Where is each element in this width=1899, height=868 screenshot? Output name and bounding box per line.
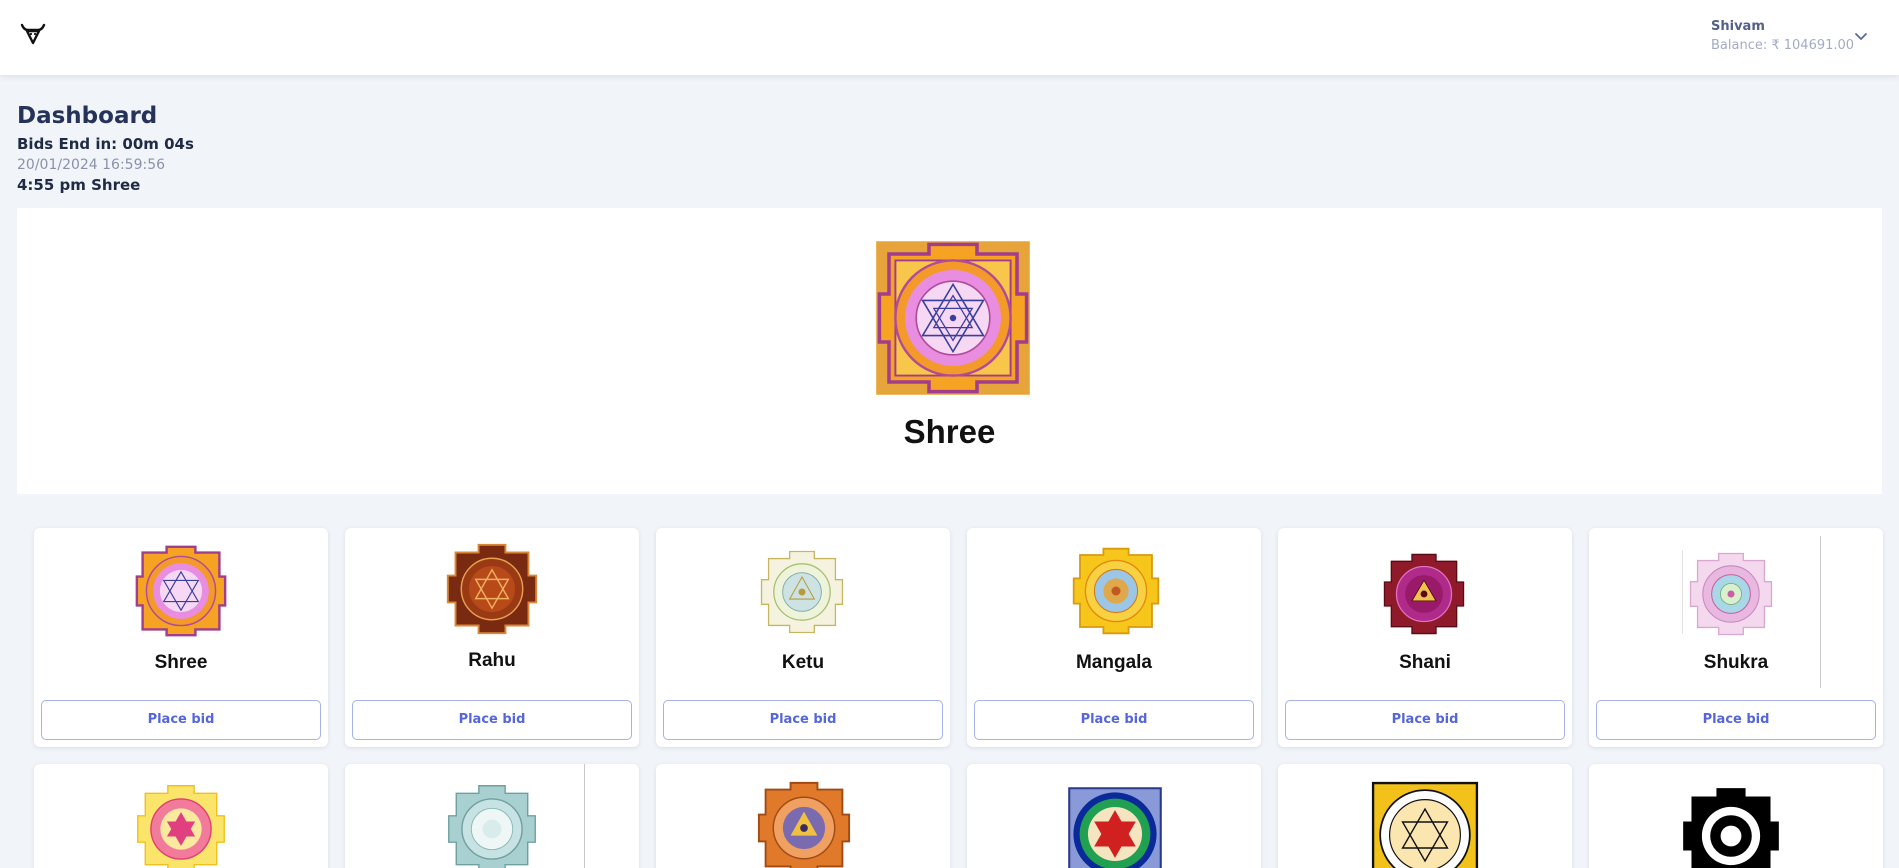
yantra-card-ketu: Ketu Place bid [656, 528, 950, 747]
current-yantra-name: Shree [903, 413, 996, 450]
yantra-card [656, 764, 950, 868]
yantra-image [1683, 788, 1779, 868]
yantra-card-mangala: Mangala Place bid [967, 528, 1261, 747]
image-border-right [584, 764, 585, 868]
yantra-name: Shukra [1703, 652, 1769, 673]
user-name: Shivam [1711, 19, 1765, 34]
yantra-card-shree: Shree Place bid [34, 528, 328, 747]
current-datetime: 20/01/2024 16:59:56 [17, 157, 166, 173]
user-menu[interactable]: Shivam Balance: ₹ 104691.00 [1711, 18, 1854, 56]
yantra-name: Ketu [781, 652, 825, 673]
bids-countdown: Bids End in: 00m 04s [17, 135, 194, 153]
yantra-card-rahu: Rahu Place bid [345, 528, 639, 747]
page-title: Dashboard [17, 103, 158, 129]
yantra-card [34, 764, 328, 868]
yantra-image [137, 785, 225, 868]
user-balance: Balance: ₹ 104691.00 [1711, 38, 1855, 53]
dashboard-info: Dashboard Bids End in: 00m 04s 20/01/202… [17, 100, 194, 195]
yantra-card-shukra: Shukra Place bid [1589, 528, 1883, 747]
yantra-card [1278, 764, 1572, 868]
yantra-name: Mangala [1075, 652, 1153, 673]
place-bid-button[interactable]: Place bid [41, 700, 321, 740]
current-yantra-panel: Shree [17, 208, 1882, 494]
place-bid-button[interactable]: Place bid [974, 700, 1254, 740]
place-bid-button[interactable]: Place bid [352, 700, 632, 740]
yantra-card-shani: Shani Place bid [1278, 528, 1572, 747]
yantra-image [1068, 787, 1162, 868]
yantra-card [967, 764, 1261, 868]
yantra-card [345, 764, 639, 868]
last-result: 4:55 pm Shree [17, 176, 141, 194]
chevron-down-icon[interactable] [1852, 28, 1870, 46]
yantra-name: Rahu [468, 650, 516, 671]
yantra-name: Shree [154, 652, 208, 673]
shree-yantra-image [135, 545, 227, 637]
image-border-left [1682, 550, 1683, 634]
yantra-image [448, 785, 536, 868]
shukra-yantra-image [1689, 552, 1773, 636]
bull-logo-icon[interactable] [20, 22, 46, 46]
shani-yantra-image [1383, 553, 1465, 635]
shree-yantra-image [876, 241, 1030, 395]
place-bid-button[interactable]: Place bid [1285, 700, 1565, 740]
yantra-card [1589, 764, 1883, 868]
place-bid-button[interactable]: Place bid [663, 700, 943, 740]
yantra-image [1371, 781, 1479, 868]
mangala-yantra-image [1072, 547, 1160, 635]
yantra-image [757, 781, 851, 868]
ketu-yantra-image [760, 550, 844, 634]
top-navbar: Shivam Balance: ₹ 104691.00 [0, 0, 1899, 75]
rahu-yantra-image [446, 543, 538, 635]
yantra-name: Shani [1399, 652, 1451, 673]
place-bid-button[interactable]: Place bid [1596, 700, 1876, 740]
